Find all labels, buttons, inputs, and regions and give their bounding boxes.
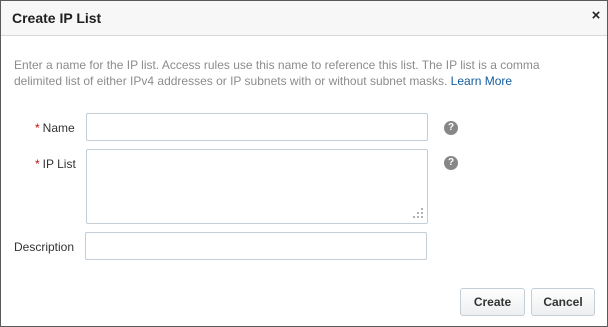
dialog-header: Create IP List × [1,1,607,36]
ip-list-label: * IP List [35,157,76,171]
name-label-text: Name [42,121,75,135]
name-label: * Name [35,121,75,135]
required-marker: * [35,121,40,135]
dialog-title: Create IP List [12,10,102,26]
create-ip-list-dialog: Create IP List × Enter a name for the IP… [0,0,608,327]
ip-list-textarea[interactable] [86,149,428,224]
learn-more-link[interactable]: Learn More [451,74,512,88]
name-input[interactable] [86,113,428,141]
intro-text: Enter a name for the IP list. Access rul… [14,57,589,89]
description-label: Description [14,240,75,254]
cancel-button[interactable]: Cancel [531,288,595,316]
description-input[interactable] [85,232,427,260]
close-icon[interactable]: × [589,8,603,24]
required-marker: * [35,157,40,171]
resize-grip-icon[interactable] [412,207,424,219]
help-icon[interactable]: ? [444,156,458,170]
ip-list-label-text: IP List [42,157,76,171]
create-button[interactable]: Create [460,288,525,316]
help-icon[interactable]: ? [444,121,458,135]
